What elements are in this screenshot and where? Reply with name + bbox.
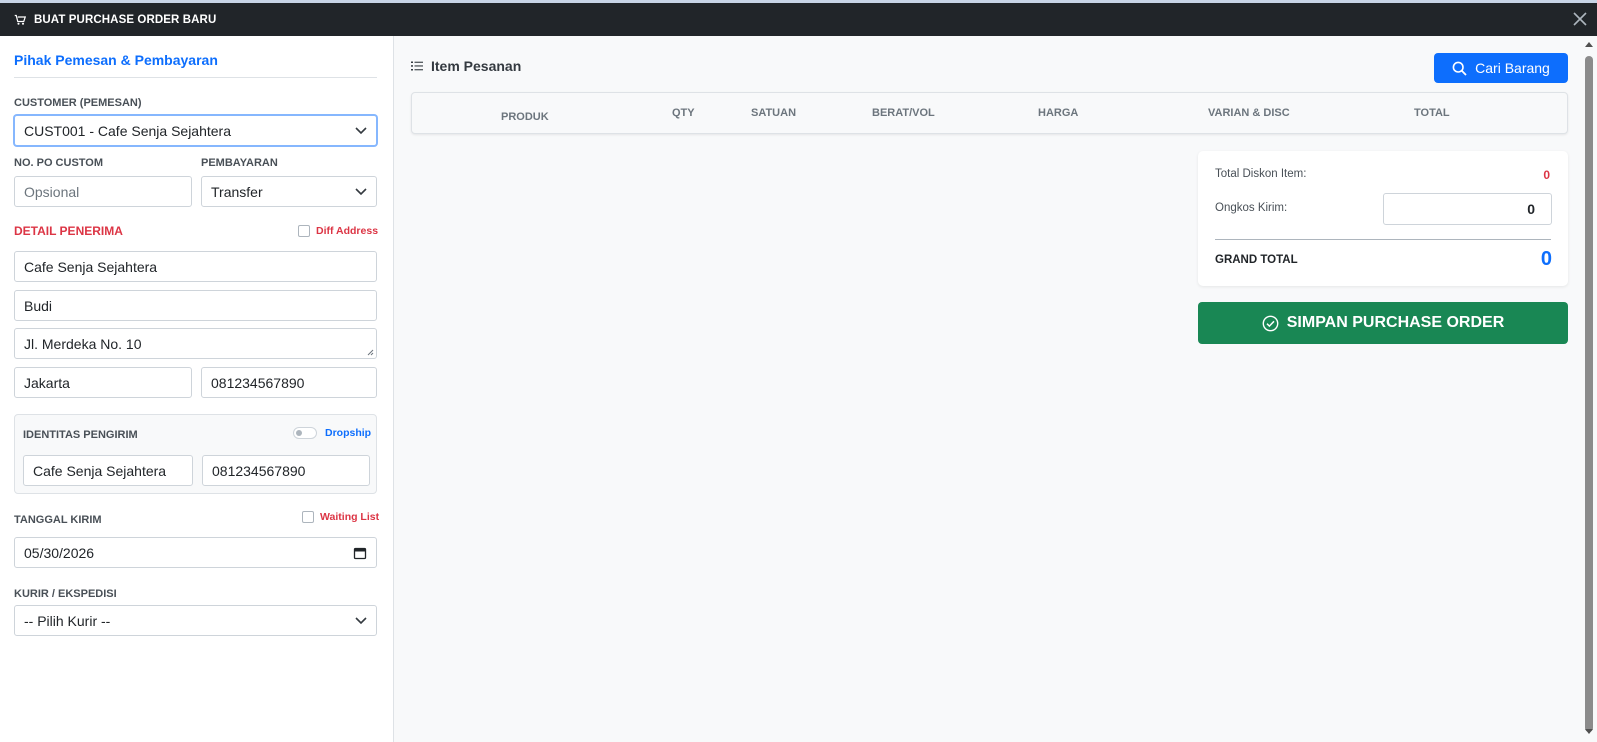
scroll-down-icon[interactable]	[1584, 728, 1594, 736]
col-unit: SATUAN	[751, 107, 797, 119]
modal-title: BUAT PURCHASE ORDER BARU	[34, 13, 217, 26]
sender-name-value: Cafe Senja Sejahtera	[33, 462, 167, 479]
col-product: PRODUK	[501, 111, 549, 123]
section-title: Pihak Pemesan & Pembayaran	[14, 52, 218, 68]
resize-handle-icon[interactable]	[367, 349, 374, 356]
recipient-city-input[interactable]: Jakarta	[14, 367, 192, 398]
search-item-label: Cari Barang	[1475, 60, 1550, 76]
payment-select-value: Transfer	[211, 183, 263, 200]
items-table-header: PRODUK QTY SATUAN BERAT/VOL HARGA VARIAN…	[411, 92, 1568, 134]
checkbox-box[interactable]	[298, 225, 310, 237]
ship-date-label: TANGGAL KIRIM	[14, 514, 102, 526]
modal-header: BUAT PURCHASE ORDER BARU	[0, 3, 1597, 36]
diff-address-checkbox[interactable]: Diff Address	[298, 225, 378, 237]
shipping-cost-input[interactable]: 0	[1383, 193, 1552, 225]
recipient-name-value: Cafe Senja Sejahtera	[24, 258, 158, 275]
checkbox-box[interactable]	[302, 511, 314, 523]
section-divider	[14, 77, 377, 78]
payment-select[interactable]: Transfer	[201, 176, 377, 207]
check-circle-icon	[1262, 315, 1279, 331]
po-custom-input[interactable]: Opsional	[14, 176, 192, 207]
order-items-panel: Item Pesanan Cari Barang PRODUK QTY SATU…	[394, 36, 1597, 742]
sender-phone-value: 081234567890	[212, 462, 306, 479]
save-purchase-order-button[interactable]: SIMPAN PURCHASE ORDER	[1198, 302, 1568, 344]
shipping-label: Ongkos Kirim:	[1215, 202, 1288, 214]
recipient-label: DETAIL PENERIMA	[14, 224, 123, 238]
chevron-down-icon	[355, 187, 367, 195]
customer-select-value: CUST001 - Cafe Senja Sejahtera	[24, 122, 231, 139]
recipient-city-value: Jakarta	[24, 374, 70, 391]
search-item-button[interactable]: Cari Barang	[1434, 53, 1568, 83]
order-form-panel: Pihak Pemesan & Pembayaran CUSTOMER (PEM…	[0, 36, 394, 742]
save-purchase-order-label: SIMPAN PURCHASE ORDER	[1286, 314, 1505, 331]
grand-total-label: GRAND TOTAL	[1215, 254, 1298, 266]
payment-label: PEMBAYARAN	[201, 157, 278, 169]
courier-select[interactable]: -- Pilih Kurir --	[14, 605, 377, 636]
recipient-phone-input[interactable]: 081234567890	[201, 367, 377, 398]
discount-value: 0	[1543, 168, 1550, 182]
po-custom-placeholder: Opsional	[24, 183, 80, 200]
recipient-address-textarea[interactable]: Jl. Merdeka No. 10	[14, 328, 377, 359]
col-qty: QTY	[672, 107, 695, 119]
vertical-scrollbar[interactable]	[1581, 36, 1597, 742]
recipient-name-input[interactable]: Cafe Senja Sejahtera	[14, 251, 377, 282]
cart-icon	[14, 14, 26, 25]
order-summary-card: Total Diskon Item: 0 Ongkos Kirim: 0 GRA…	[1198, 151, 1568, 286]
items-header: Item Pesanan	[411, 58, 521, 74]
search-icon	[1452, 61, 1467, 76]
recipient-phone-value: 081234567890	[211, 374, 305, 391]
dropship-label: Dropship	[325, 427, 372, 439]
list-icon	[411, 61, 423, 71]
customer-label: CUSTOMER (PEMESAN)	[14, 97, 142, 109]
summary-divider	[1215, 239, 1551, 240]
courier-select-value: -- Pilih Kurir --	[24, 612, 111, 629]
customer-select[interactable]: CUST001 - Cafe Senja Sejahtera	[14, 115, 377, 146]
calendar-icon[interactable]	[353, 546, 367, 560]
courier-label: KURIR / EKSPEDISI	[14, 588, 117, 600]
diff-address-label: Diff Address	[316, 225, 379, 237]
waiting-list-checkbox[interactable]: Waiting List	[302, 511, 379, 523]
discount-label: Total Diskon Item:	[1215, 168, 1307, 180]
col-weight: BERAT/VOL	[872, 107, 935, 119]
po-custom-label: NO. PO CUSTOM	[14, 157, 104, 169]
grand-total-value: 0	[1540, 248, 1552, 270]
sender-label: IDENTITAS PENGIRIM	[23, 429, 138, 441]
waiting-list-label: Waiting List	[320, 511, 380, 523]
scrollbar-thumb[interactable]	[1585, 56, 1593, 732]
col-price: HARGA	[1038, 107, 1079, 119]
chevron-down-icon	[355, 126, 367, 134]
chevron-down-icon	[355, 616, 367, 624]
close-icon[interactable]	[1571, 10, 1589, 28]
ship-date-value: 05/30/2026	[24, 544, 95, 561]
items-title: Item Pesanan	[431, 58, 522, 74]
col-total: TOTAL	[1414, 107, 1450, 119]
recipient-contact-input[interactable]: Budi	[14, 290, 377, 321]
col-variant-disc: VARIAN & DISC	[1208, 107, 1290, 119]
sender-name-input[interactable]: Cafe Senja Sejahtera	[23, 455, 193, 486]
dropship-toggle[interactable]: Dropship	[293, 427, 371, 439]
sender-phone-input[interactable]: 081234567890	[202, 455, 370, 486]
scroll-up-icon[interactable]	[1584, 40, 1594, 48]
recipient-address-value: Jl. Merdeka No. 10	[24, 335, 142, 352]
sender-identity-panel: IDENTITAS PENGIRIM Dropship Cafe Senja S…	[14, 414, 377, 494]
ship-date-input[interactable]: 05/30/2026	[14, 537, 377, 568]
toggle-switch[interactable]	[293, 427, 317, 439]
recipient-contact-value: Budi	[24, 297, 53, 314]
